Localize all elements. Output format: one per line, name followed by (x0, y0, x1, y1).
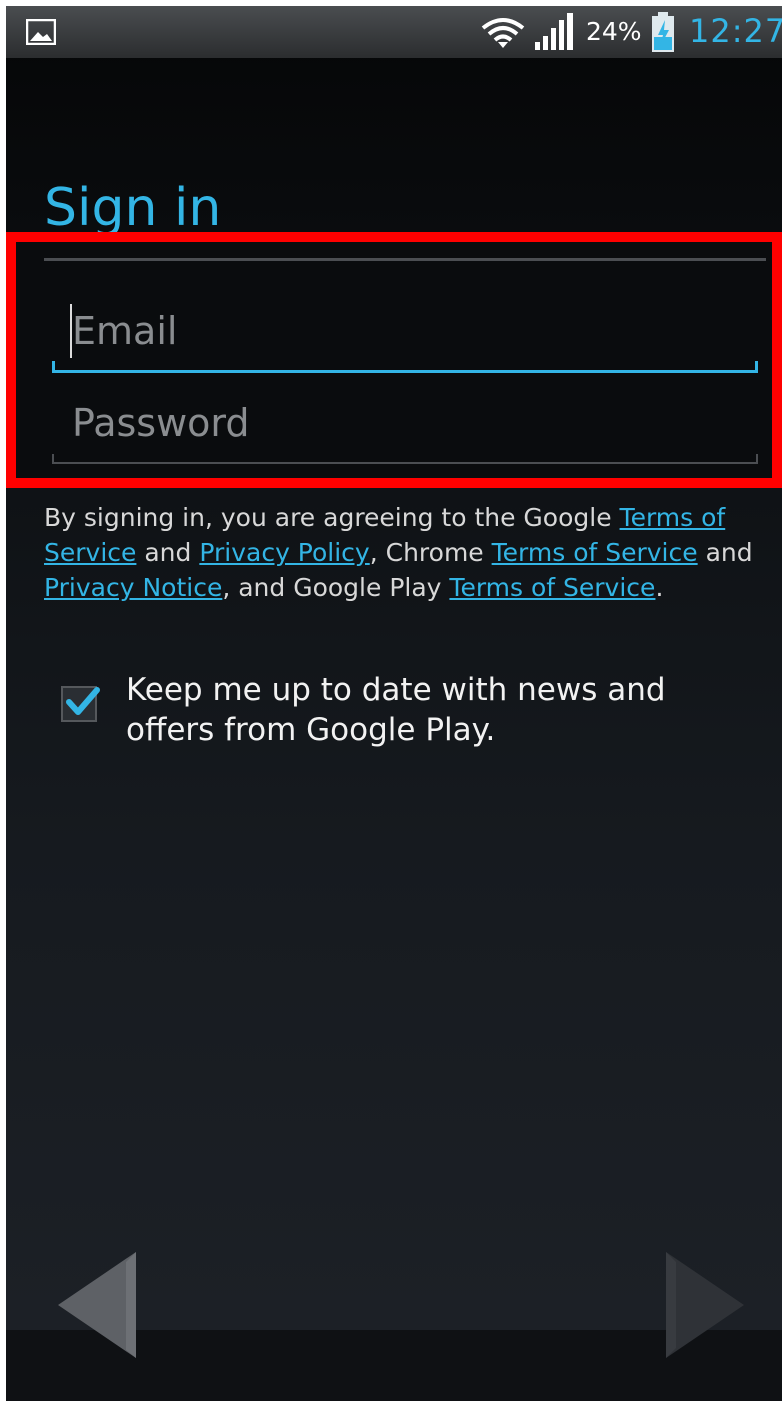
privacy-notice-link[interactable]: Privacy Notice (44, 573, 222, 602)
signal-icon (535, 13, 573, 50)
page-title: Sign in (44, 178, 222, 238)
email-field-underline (52, 361, 758, 373)
terms-text-part: and (136, 538, 200, 567)
password-field[interactable] (52, 384, 758, 462)
status-bar: 24% 12:27 (6, 6, 782, 58)
back-arrow-icon[interactable] (56, 1250, 138, 1360)
email-field[interactable] (52, 292, 758, 370)
newsletter-checkbox-label[interactable]: Keep me up to date with news and offers … (126, 670, 746, 750)
terms-text-part: , Chrome (369, 538, 492, 567)
credentials-field-group (6, 232, 782, 488)
google-play-terms-of-service-link[interactable]: Terms of Service (449, 573, 655, 602)
chrome-terms-of-service-link[interactable]: Terms of Service (492, 538, 698, 567)
divider (44, 258, 766, 261)
next-arrow-icon[interactable] (664, 1250, 746, 1360)
gallery-icon (26, 19, 56, 45)
phone-screen: 24% 12:27 Sign in By signing in, you are… (6, 6, 782, 1401)
terms-text: By signing in, you are agreeing to the G… (44, 500, 764, 605)
battery-charging-icon (652, 12, 674, 52)
terms-text-part: By signing in, you are agreeing to the G… (44, 503, 620, 532)
clock: 12:27 (689, 12, 782, 50)
password-field-underline (52, 454, 758, 464)
battery-percentage: 24% (586, 17, 642, 46)
terms-text-part: , and Google Play (222, 573, 450, 602)
newsletter-checkbox[interactable] (61, 686, 100, 722)
terms-text-part: and (697, 538, 753, 567)
wifi-icon (481, 18, 525, 48)
checkmark-icon (66, 687, 100, 715)
terms-text-part: . (655, 573, 664, 602)
privacy-policy-link[interactable]: Privacy Policy (199, 538, 369, 567)
text-cursor (70, 304, 72, 358)
